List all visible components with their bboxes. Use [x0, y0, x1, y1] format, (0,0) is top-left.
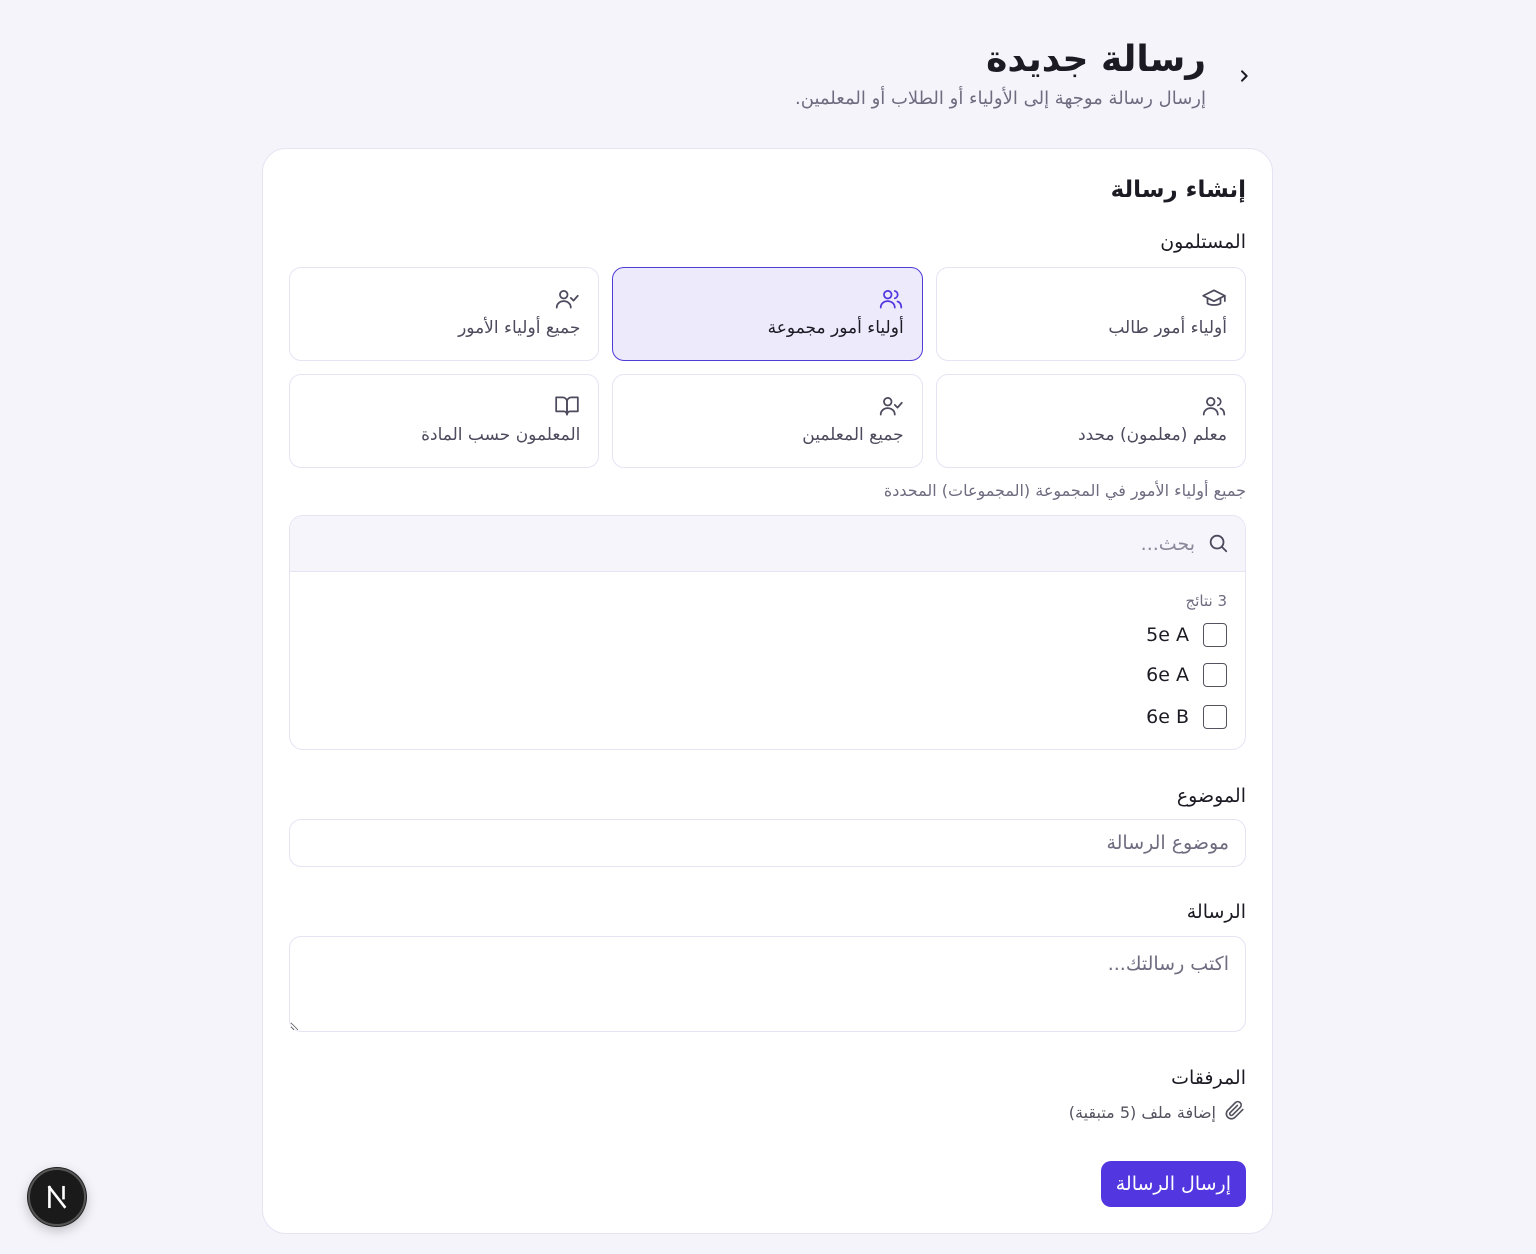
recipient-option-teachers-by-subject[interactable]: المعلمون حسب المادة — [289, 374, 600, 468]
user-check-icon — [878, 393, 904, 419]
page-subtitle: إرسال رسالة موجهة إلى الأولياء أو الطلاب… — [795, 88, 1206, 109]
chevron-right-icon — [1241, 70, 1248, 82]
group-search-bar — [290, 516, 1245, 572]
users-icon — [1201, 393, 1227, 419]
checkbox[interactable] — [1203, 663, 1227, 687]
recipient-option-label: أولياء أمور مجموعة — [767, 318, 904, 338]
checkbox[interactable] — [1203, 705, 1227, 729]
recipient-option-group-parents[interactable]: أولياء أمور مجموعة — [612, 267, 923, 361]
recipient-option-student-parents[interactable]: أولياء أمور طالب — [935, 267, 1246, 361]
search-icon — [1207, 532, 1229, 554]
message-label: الرسالة — [1186, 901, 1246, 923]
group-option[interactable]: 6e B — [1146, 704, 1227, 730]
compose-card: إنشاء رسالة المستلمون أولياء أمور طالب أ… — [262, 148, 1273, 1234]
card-title: إنشاء رسالة — [1110, 177, 1246, 203]
page-header: رسالة جديدة إرسال رسالة موجهة إلى الأولي… — [726, 36, 1206, 109]
group-search-input[interactable] — [595, 528, 1195, 560]
group-option-label: 5e A — [1146, 624, 1189, 646]
group-picker: 3 نتائج 5e A 6e A 6e B — [289, 515, 1246, 750]
recipients-grid: أولياء أمور طالب أولياء أمور مجموعة جميع… — [289, 267, 1246, 468]
group-option-label: 6e B — [1146, 706, 1189, 728]
recipient-option-all-parents[interactable]: جميع أولياء الأمور — [289, 267, 600, 361]
subject-label: الموضوع — [1176, 785, 1246, 807]
results-count: 3 نتائج — [1185, 592, 1227, 610]
recipient-option-label: المعلمون حسب المادة — [421, 425, 581, 445]
checkbox[interactable] — [1203, 623, 1227, 647]
group-option[interactable]: 6e A — [1146, 662, 1227, 688]
add-attachment-label: إضافة ملف (5 متبقية) — [1068, 1102, 1216, 1122]
user-check-icon — [554, 286, 580, 312]
recipient-option-all-teachers[interactable]: جميع المعلمين — [612, 374, 923, 468]
paperclip-icon — [1224, 1099, 1246, 1125]
recipient-option-label: جميع المعلمين — [802, 425, 904, 445]
recipient-option-specific-teachers[interactable]: معلم (معلمون) محدد — [935, 374, 1246, 468]
page-title: رسالة جديدة — [986, 39, 1206, 80]
users-icon — [878, 286, 904, 312]
recipient-option-label: جميع أولياء الأمور — [458, 318, 581, 338]
recipient-option-label: أولياء أمور طالب — [1108, 318, 1227, 338]
graduation-cap-icon — [1201, 286, 1227, 312]
attachments-label: المرفقات — [1171, 1067, 1246, 1089]
next-dev-badge[interactable]: N — [28, 1168, 86, 1226]
back-button[interactable] — [1230, 62, 1258, 90]
send-message-button[interactable]: إرسال الرسالة — [1100, 1161, 1246, 1207]
recipients-helper-text: جميع أولياء الأمور في المجموعة (المجموعا… — [883, 481, 1246, 500]
group-option[interactable]: 5e A — [1146, 622, 1227, 648]
book-open-icon — [554, 393, 580, 419]
message-textarea[interactable] — [289, 936, 1246, 1032]
next-logo-icon — [47, 1185, 67, 1209]
group-option-label: 6e A — [1146, 664, 1189, 686]
recipient-option-label: معلم (معلمون) محدد — [1078, 425, 1227, 445]
recipients-label: المستلمون — [1160, 231, 1246, 253]
subject-input[interactable] — [289, 819, 1246, 867]
add-attachment-button[interactable]: إضافة ملف (5 متبقية) — [1069, 1099, 1246, 1125]
